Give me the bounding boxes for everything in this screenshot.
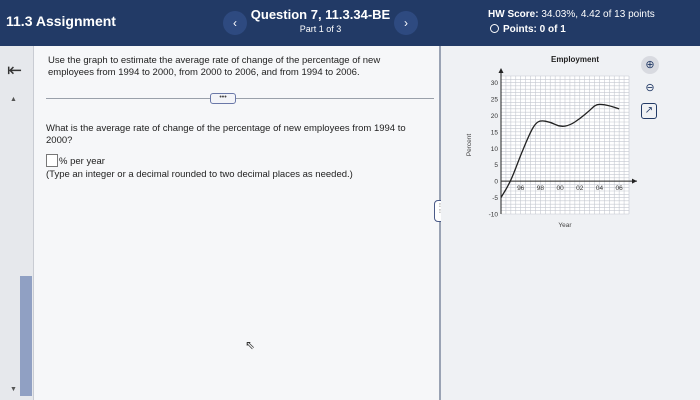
y-axis-arrow-icon xyxy=(498,68,504,73)
previous-question-button[interactable]: ‹ xyxy=(223,11,247,35)
y-tick-label: 5 xyxy=(494,162,498,169)
y-tick-label: 0 xyxy=(494,179,498,186)
answer-input[interactable] xyxy=(46,154,58,167)
hw-score: HW Score: 34.03%, 4.42 of 13 points xyxy=(488,9,655,20)
question-instructions: Use the graph to estimate the average ra… xyxy=(48,55,381,78)
x-tick-label: 00 xyxy=(556,185,564,192)
back-arrow-icon[interactable]: ⇤ xyxy=(7,60,22,81)
answer-unit: % per year xyxy=(59,156,105,167)
y-tick-label: -10 xyxy=(489,212,499,219)
next-question-button[interactable]: › xyxy=(394,11,418,35)
x-axis-arrow-icon xyxy=(632,178,637,184)
x-tick-label: 98 xyxy=(537,185,545,192)
mouse-cursor-icon: ⇖ xyxy=(245,338,256,352)
y-tick-label: -5 xyxy=(492,195,498,202)
employment-chart: Employment Year Percent 30 25 20 15 10 5 0 -5 -10 96… xyxy=(466,55,637,229)
question-prompt: What is the average rate of change of th… xyxy=(46,123,406,146)
sidebar-scroll-thumb[interactable] xyxy=(20,276,32,396)
chart-title: Employment xyxy=(551,55,599,64)
assignment-title[interactable]: 11.3 Assignment xyxy=(6,13,116,29)
section-divider xyxy=(46,98,434,99)
hw-score-value: 34.03%, 4.42 of 13 points xyxy=(541,9,655,20)
scroll-down-icon[interactable]: ▼ xyxy=(10,386,17,393)
x-tick-label: 04 xyxy=(596,185,604,192)
popout-icon[interactable]: ↗ xyxy=(641,103,657,119)
y-axis-label: Percent xyxy=(466,134,473,157)
answer-hint: (Type an integer or a decimal rounded to… xyxy=(46,169,353,180)
answer-row: % per year xyxy=(46,154,105,167)
question-panel: Use the graph to estimate the average ra… xyxy=(34,46,439,400)
scroll-up-icon[interactable]: ▲ xyxy=(10,96,17,103)
y-tick-label: 15 xyxy=(491,129,499,136)
question-part: Part 1 of 3 xyxy=(299,24,342,34)
zoom-out-icon[interactable]: ⊖ xyxy=(641,79,659,97)
hw-score-label: HW Score: xyxy=(488,9,539,20)
points-circle-icon xyxy=(490,24,499,33)
graph-panel: Employment Year Percent 30 25 20 15 10 5 0 -5 -10 96… xyxy=(441,46,700,400)
y-tick-label: 20 xyxy=(491,113,499,120)
y-tick-label: 30 xyxy=(491,80,499,87)
points-label: Points: xyxy=(503,24,537,35)
question-title: Question 7, 11.3.34-BE xyxy=(250,7,391,22)
left-sidebar: ⇤ ▲ ▼ xyxy=(0,46,34,400)
header-bar: 11.3 Assignment ‹ Question 7, 11.3.34-BE… xyxy=(0,0,700,46)
points-status: Points: 0 of 1 xyxy=(490,24,566,35)
points-value: 0 of 1 xyxy=(539,24,566,35)
x-axis-label: Year xyxy=(558,222,572,229)
zoom-in-icon[interactable]: ⊕ xyxy=(641,56,659,74)
x-tick-label: 06 xyxy=(616,185,624,192)
y-tick-label: 10 xyxy=(491,146,499,153)
y-tick-label: 25 xyxy=(491,97,499,104)
x-tick-label: 02 xyxy=(576,185,584,192)
x-tick-label: 96 xyxy=(517,185,525,192)
expand-more-button[interactable]: ••• xyxy=(210,93,236,104)
